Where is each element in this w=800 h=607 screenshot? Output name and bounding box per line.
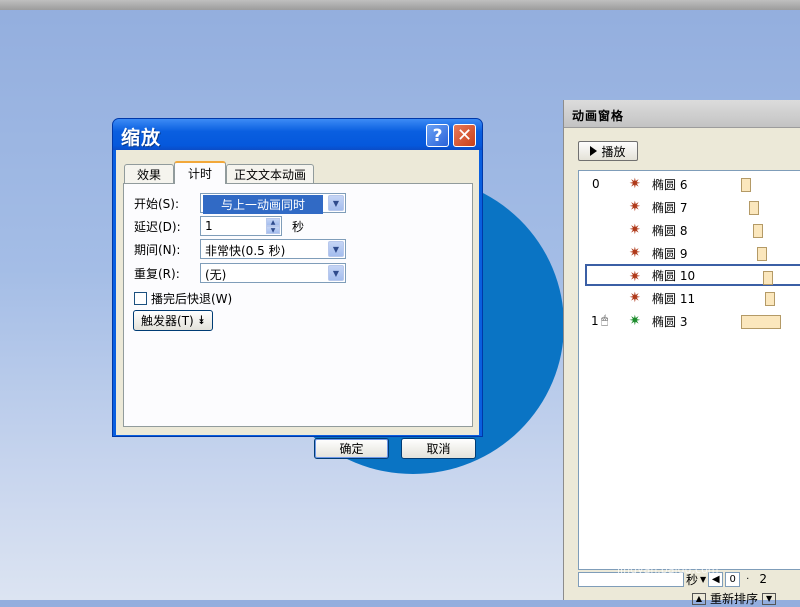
- list-item[interactable]: 0 ✷ 椭圆 6: [579, 173, 800, 195]
- repeat-value: (无): [205, 268, 227, 282]
- double-chevron-down-icon: ⯯: [197, 313, 205, 327]
- list-item[interactable]: 1 🖱 ✷ 椭圆 3: [579, 310, 800, 332]
- trigger-button[interactable]: 触发器(T) ⯯: [133, 310, 213, 331]
- duration-select[interactable]: 非常快(0.5 秒) ▼: [200, 239, 346, 259]
- rewind-checkbox[interactable]: [134, 292, 147, 305]
- duration-row: 期间(N): 非常快(0.5 秒) ▼: [134, 239, 346, 259]
- delay-label: 延迟(D):: [134, 219, 181, 234]
- dialog-title: 缩放: [121, 127, 162, 149]
- zoom-effect-dialog: 缩放 ? ✕ 效果 计时 正文文本动画 开始(S): 与上一动画同时 ▼ 延迟(…: [112, 118, 483, 459]
- play-label: 播放: [601, 144, 626, 159]
- timeline-bar[interactable]: [757, 247, 767, 261]
- list-item[interactable]: ✷ 椭圆 11: [579, 287, 800, 309]
- zoom-effect-icon: ✷: [629, 290, 641, 306]
- timeline-bar[interactable]: [753, 224, 763, 238]
- rewind-row[interactable]: 播完后快退(W): [134, 290, 232, 307]
- play-icon: [590, 146, 598, 156]
- timeline-bar[interactable]: [741, 178, 751, 192]
- animation-list[interactable]: 0 ✷ 椭圆 6 ✷ 椭圆 7 ✷ 椭圆 8 ✷ 椭圆 9 ✷ 椭圆 10 ✷ …: [578, 170, 800, 570]
- close-icon: ✕: [456, 125, 473, 146]
- ok-button[interactable]: 确定: [314, 438, 389, 459]
- delay-value: 1: [205, 219, 213, 233]
- timeline-bar[interactable]: [749, 201, 759, 215]
- delay-spinner[interactable]: 1 ▲ ▼: [200, 216, 282, 236]
- zoom-effect-icon: ✷: [629, 176, 641, 192]
- dialog-titlebar[interactable]: 缩放 ? ✕: [113, 119, 482, 150]
- play-button[interactable]: 播放: [578, 141, 638, 161]
- cancel-button[interactable]: 取消: [401, 438, 476, 459]
- start-value: 与上一动画同时: [203, 195, 324, 214]
- rewind-label: 播完后快退(W): [151, 292, 233, 306]
- start-select[interactable]: 与上一动画同时 ▼: [200, 193, 346, 214]
- reorder-row: ▲ 重新排序 ▼: [692, 590, 777, 607]
- list-item[interactable]: ✷ 椭圆 7: [579, 196, 800, 218]
- watermark: jingyan.baidu.com: [617, 563, 719, 576]
- trigger-label: 触发器(T): [141, 314, 194, 328]
- timeline-bar[interactable]: [765, 292, 775, 306]
- repeat-row: 重复(R): (无) ▼: [134, 263, 346, 283]
- zoom-effect-icon: ✷: [629, 269, 641, 285]
- list-item[interactable]: ✷ 椭圆 9: [579, 242, 800, 264]
- animation-pane: 动画窗格 播放 0 ✷ 椭圆 6 ✷ 椭圆 7 ✷ 椭圆 8 ✷ 椭圆 9 ✷ …: [563, 100, 800, 606]
- timing-panel: 开始(S): 与上一动画同时 ▼ 延迟(D): 1 ▲ ▼ 秒 期间(N): 非…: [123, 183, 473, 427]
- zoom-effect-icon: ✷: [629, 245, 641, 261]
- list-item-selected[interactable]: ✷ 椭圆 10: [585, 264, 800, 286]
- pane-header: 动画窗格: [564, 100, 800, 128]
- spin-up-icon[interactable]: ▲: [266, 218, 280, 226]
- timeline-bar[interactable]: [763, 271, 773, 285]
- duration-value: 非常快(0.5 秒): [205, 244, 286, 258]
- chevron-down-icon[interactable]: ▼: [328, 265, 344, 281]
- zoom-effect-icon: ✷: [629, 199, 641, 215]
- chevron-down-icon[interactable]: ▼: [328, 195, 344, 211]
- timeline-bar[interactable]: [741, 315, 781, 329]
- repeat-label: 重复(R):: [134, 266, 180, 281]
- duration-label: 期间(N):: [134, 242, 181, 257]
- zoom-effect-icon: ✷: [629, 222, 641, 238]
- list-item[interactable]: ✷ 椭圆 8: [579, 219, 800, 241]
- reorder-up-button[interactable]: ▲: [692, 592, 706, 605]
- tab-effect[interactable]: 效果: [124, 164, 174, 183]
- dialog-body: 效果 计时 正文文本动画 开始(S): 与上一动画同时 ▼ 延迟(D): 1 ▲…: [116, 150, 479, 459]
- delay-row: 延迟(D): 1 ▲ ▼ 秒: [134, 216, 304, 236]
- top-strip: [0, 0, 800, 10]
- tab-timing[interactable]: 计时: [174, 161, 226, 184]
- reorder-label: 重新排序: [710, 592, 759, 606]
- spin-down-icon[interactable]: ▼: [266, 226, 280, 234]
- start-label: 开始(S):: [134, 196, 180, 211]
- help-button[interactable]: ?: [426, 124, 449, 147]
- repeat-select[interactable]: (无) ▼: [200, 263, 346, 283]
- timeline-start-label: 0: [725, 571, 741, 587]
- chevron-down-icon[interactable]: ▼: [328, 241, 344, 257]
- close-button[interactable]: ✕: [453, 124, 476, 147]
- entrance-effect-icon: ✷: [629, 313, 641, 329]
- timeline-tick-2: 2: [759, 572, 767, 586]
- reorder-down-button[interactable]: ▼: [762, 592, 777, 605]
- start-row: 开始(S): 与上一动画同时 ▼: [134, 193, 346, 214]
- delay-unit: 秒: [292, 219, 305, 234]
- pane-title: 动画窗格: [572, 109, 625, 123]
- timeline-tick: ·: [746, 573, 750, 585]
- mouse-icon: 🖱: [601, 313, 609, 327]
- help-icon: ?: [432, 125, 443, 146]
- tab-text-animation[interactable]: 正文文本动画: [226, 164, 314, 183]
